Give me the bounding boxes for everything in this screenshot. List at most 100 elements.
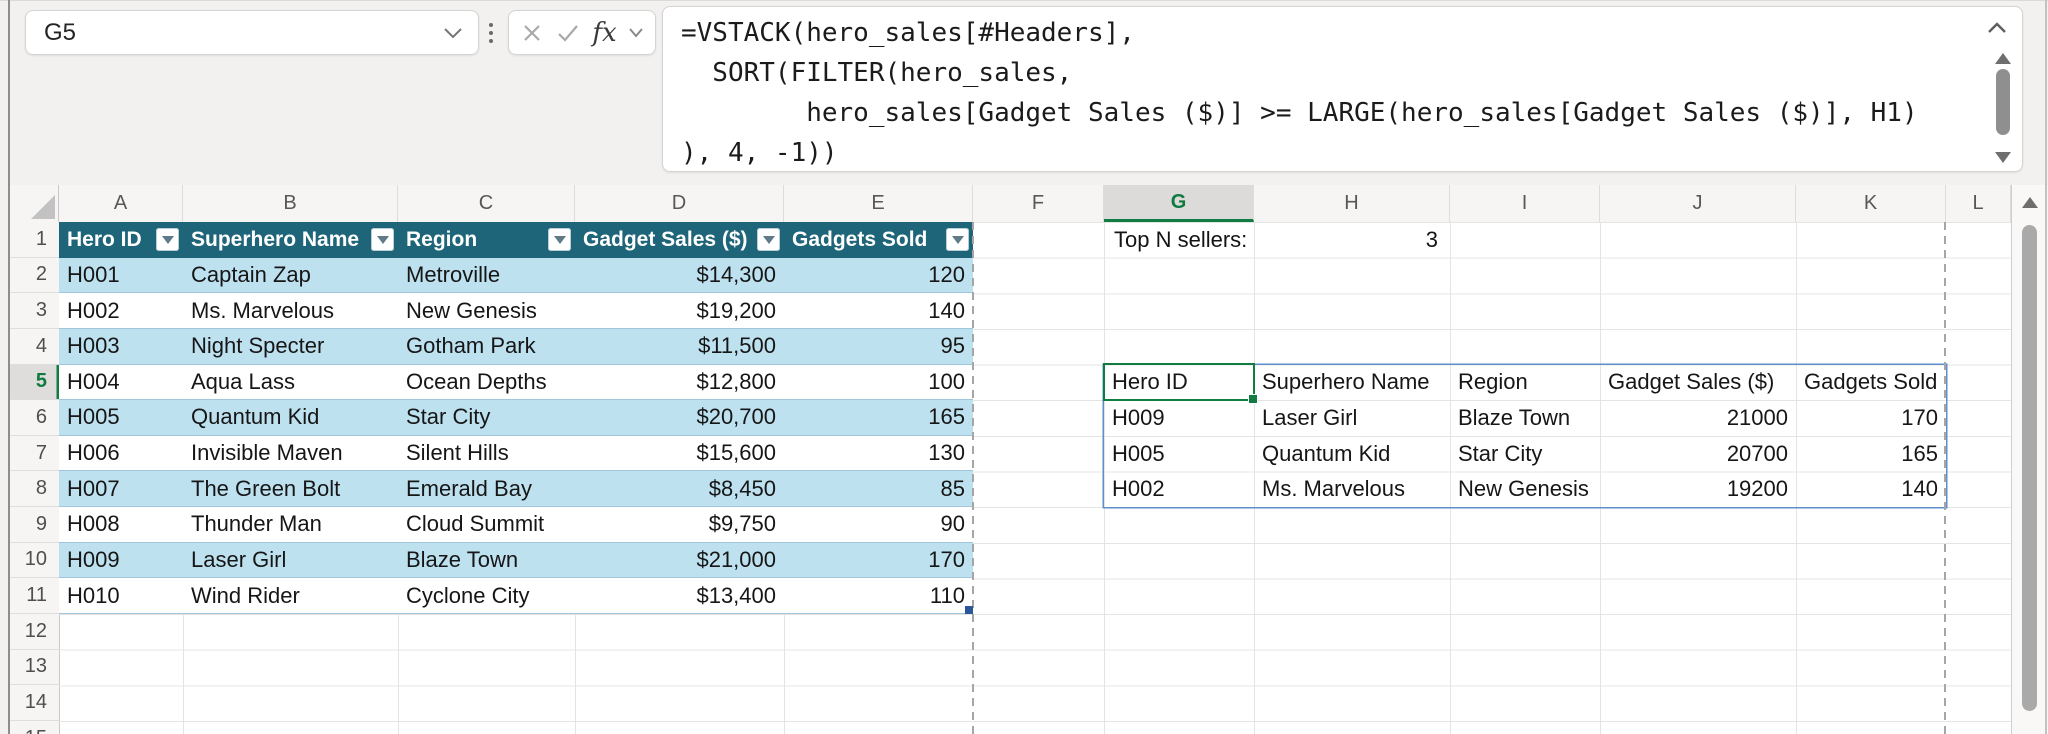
cell-gadgets-sold[interactable]: 170: [1796, 400, 1946, 436]
cell-superhero-name[interactable]: Captain Zap: [183, 258, 398, 293]
cell-gadget-sales[interactable]: $14,300: [575, 258, 784, 293]
scrollbar-thumb[interactable]: [2022, 225, 2037, 711]
cancel-button[interactable]: [520, 21, 544, 45]
row-header[interactable]: 3: [9, 293, 59, 329]
row-header[interactable]: 7: [9, 436, 59, 472]
cell-gadgets-sold[interactable]: 110: [784, 578, 973, 613]
cell-gadgets-sold[interactable]: 165: [784, 400, 973, 435]
cell-hero-id[interactable]: H004: [59, 365, 183, 400]
cell-superhero-name[interactable]: Ms. Marvelous: [1254, 471, 1450, 507]
table-row[interactable]: H010 Wind Rider Cyclone City $13,400 110: [59, 578, 973, 614]
cell-gadget-sales[interactable]: $15,600: [575, 436, 784, 471]
cell-superhero-name[interactable]: Quantum Kid: [1254, 436, 1450, 472]
column-header[interactable]: H: [1254, 185, 1450, 222]
cell-hero-id[interactable]: H007: [59, 471, 183, 506]
cell-region[interactable]: Star City: [1450, 436, 1600, 472]
row-header[interactable]: 9: [9, 507, 59, 543]
hero-table-header-cell[interactable]: Gadgets Sold: [784, 222, 973, 258]
cell-hero-id[interactable]: H008: [59, 507, 183, 542]
chevron-down-icon[interactable]: [442, 26, 464, 40]
row-header[interactable]: 4: [9, 329, 59, 365]
cell-hero-id[interactable]: H005: [1104, 436, 1254, 472]
cell-region[interactable]: Cyclone City: [398, 578, 575, 613]
column-header[interactable]: F: [973, 185, 1104, 222]
column-header[interactable]: D: [575, 185, 784, 222]
cell-region[interactable]: Silent Hills: [398, 436, 575, 471]
cell-g1-top-n-label[interactable]: Top N sellers:: [1114, 222, 1247, 258]
scroll-up-icon[interactable]: [1995, 53, 2011, 64]
cell-gadgets-sold[interactable]: 165: [1796, 436, 1946, 472]
column-header[interactable]: L: [1946, 185, 2011, 222]
cell-superhero-name[interactable]: Night Specter: [183, 329, 398, 364]
row-header[interactable]: 5: [9, 365, 59, 401]
cell-hero-id[interactable]: H002: [1104, 471, 1254, 507]
table-row[interactable]: H002 Ms. Marvelous New Genesis $19,200 1…: [59, 293, 973, 329]
table-row[interactable]: H007 The Green Bolt Emerald Bay $8,450 8…: [59, 471, 973, 507]
cell-gadget-sales[interactable]: $13,400: [575, 578, 784, 613]
table-row[interactable]: H003 Night Specter Gotham Park $11,500 9…: [59, 329, 973, 365]
scroll-up-icon[interactable]: [2022, 197, 2038, 208]
cell-hero-id[interactable]: H009: [1104, 400, 1254, 436]
cell-hero-id[interactable]: H005: [59, 400, 183, 435]
cell-gadgets-sold[interactable]: 90: [784, 507, 973, 542]
column-header[interactable]: J: [1600, 185, 1796, 222]
cell-hero-id[interactable]: H001: [59, 258, 183, 293]
formula-text[interactable]: =VSTACK(hero_sales[#Headers], SORT(FILTE…: [681, 13, 1976, 167]
column-header[interactable]: C: [398, 185, 575, 222]
filter-dropdown-button[interactable]: [156, 228, 179, 251]
cell-gadget-sales[interactable]: 20700: [1600, 436, 1796, 472]
cell-superhero-name[interactable]: Thunder Man: [183, 507, 398, 542]
cell-region[interactable]: Cloud Summit: [398, 507, 575, 542]
cell-superhero-name[interactable]: The Green Bolt: [183, 471, 398, 506]
row-header[interactable]: 10: [9, 543, 59, 579]
row-header[interactable]: 13: [9, 650, 59, 686]
row-header[interactable]: 12: [9, 614, 59, 650]
cell-gadget-sales[interactable]: 21000: [1600, 400, 1796, 436]
row-header[interactable]: 2: [9, 258, 59, 294]
filter-dropdown-button[interactable]: [371, 228, 394, 251]
cell-hero-id[interactable]: H003: [59, 329, 183, 364]
spill-row[interactable]: H002 Ms. Marvelous New Genesis 19200 140: [1104, 471, 1946, 507]
hero-table-header-cell[interactable]: Superhero Name: [183, 222, 398, 258]
cell-region[interactable]: Emerald Bay: [398, 471, 575, 506]
cell-hero-id[interactable]: H002: [59, 293, 183, 328]
column-header[interactable]: I: [1450, 185, 1600, 222]
cell-gadgets-sold[interactable]: 130: [784, 436, 973, 471]
column-header[interactable]: B: [183, 185, 398, 222]
cell-gadget-sales[interactable]: $21,000: [575, 543, 784, 578]
cell-gadgets-sold[interactable]: 120: [784, 258, 973, 293]
row-header[interactable]: 11: [9, 578, 59, 614]
cell-gadget-sales[interactable]: $12,800: [575, 365, 784, 400]
cell-gadgets-sold[interactable]: 140: [784, 293, 973, 328]
cell-superhero-name[interactable]: Wind Rider: [183, 578, 398, 613]
column-header[interactable]: E: [784, 185, 973, 222]
cell-gadget-sales[interactable]: $11,500: [575, 329, 784, 364]
table-resize-handle[interactable]: [965, 606, 973, 614]
table-row[interactable]: H001 Captain Zap Metroville $14,300 120: [59, 258, 973, 294]
hero-table-header-cell[interactable]: Hero ID: [59, 222, 183, 258]
formula-bar-collapse-button[interactable]: [1984, 17, 2010, 39]
cell-hero-id[interactable]: H010: [59, 578, 183, 613]
row-header[interactable]: 8: [9, 471, 59, 507]
table-row[interactable]: H004 Aqua Lass Ocean Depths $12,800 100: [59, 365, 973, 401]
cell-region[interactable]: Blaze Town: [1450, 400, 1600, 436]
row-header[interactable]: 14: [9, 685, 59, 721]
spill-row[interactable]: H009 Laser Girl Blaze Town 21000 170: [1104, 400, 1946, 436]
table-row[interactable]: H008 Thunder Man Cloud Summit $9,750 90: [59, 507, 973, 543]
cell-gadgets-sold[interactable]: 85: [784, 471, 973, 506]
table-row[interactable]: H006 Invisible Maven Silent Hills $15,60…: [59, 436, 973, 472]
cell-region[interactable]: Star City: [398, 400, 575, 435]
cell-h1-top-n-value[interactable]: 3: [1254, 222, 1438, 258]
spill-header-cell[interactable]: Superhero Name: [1254, 365, 1450, 401]
cell-gadget-sales[interactable]: $8,450: [575, 471, 784, 506]
cell-hero-id[interactable]: H009: [59, 543, 183, 578]
enter-button[interactable]: [555, 21, 581, 45]
cell-gadget-sales[interactable]: 19200: [1600, 471, 1796, 507]
hero-table-header-cell[interactable]: Gadget Sales ($): [575, 222, 784, 258]
column-header[interactable]: K: [1796, 185, 1946, 222]
spill-header-cell[interactable]: Region: [1450, 365, 1600, 401]
select-all-button[interactable]: [9, 185, 59, 222]
row-header[interactable]: 1: [9, 222, 59, 258]
cell-region[interactable]: Gotham Park: [398, 329, 575, 364]
row-header[interactable]: 6: [9, 400, 59, 436]
